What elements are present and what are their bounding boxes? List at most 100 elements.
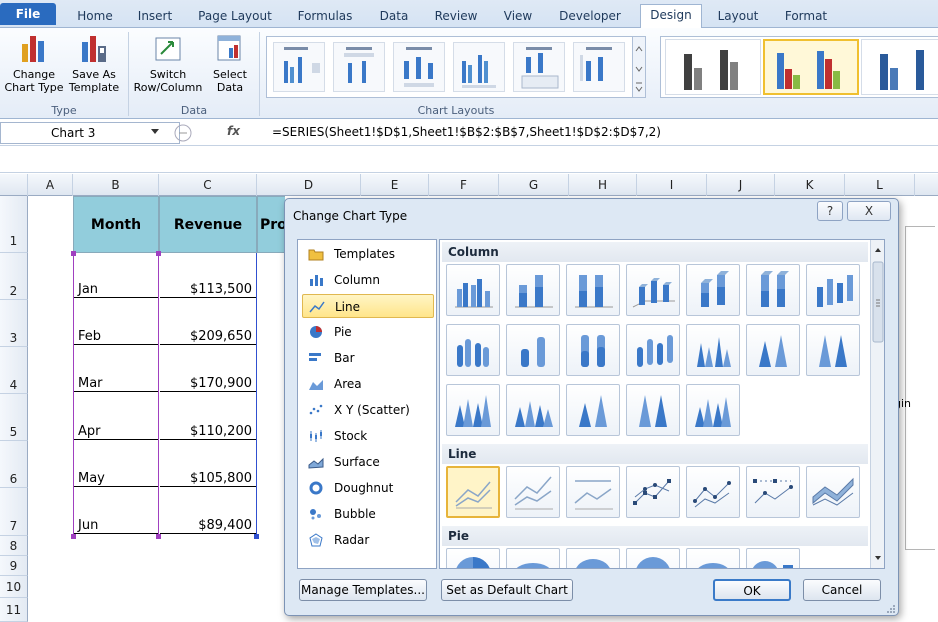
subtype-clustered-column[interactable]	[446, 264, 500, 316]
resize-grip-icon[interactable]	[885, 603, 897, 615]
subtype-stacked-line-with-markers[interactable]	[686, 466, 740, 518]
column-header-b[interactable]: B	[73, 174, 159, 196]
chart-type-radar[interactable]: Radar	[302, 528, 434, 552]
change-chart-type-button[interactable]: Change Chart Type	[2, 32, 66, 94]
row-header-6[interactable]: 6	[0, 441, 28, 488]
subtype-3d-cone[interactable]	[446, 384, 500, 436]
chart-type-column[interactable]: Column	[302, 268, 434, 292]
tab-format[interactable]: Format	[776, 6, 836, 28]
gallery-scrollbar[interactable]	[870, 240, 884, 568]
chart-type-area[interactable]: Area	[302, 372, 434, 396]
cell-revenue[interactable]: $89,400	[160, 518, 256, 534]
tab-file[interactable]: File	[0, 3, 56, 25]
subtype-100-stacked-line[interactable]	[566, 466, 620, 518]
row-header-2[interactable]: 2	[0, 253, 28, 300]
cell-month[interactable]: May	[74, 471, 158, 487]
cell-month[interactable]: Jan	[74, 282, 158, 298]
tab-review[interactable]: Review	[428, 6, 484, 28]
subtype-bar-of-pie[interactable]	[746, 548, 800, 568]
subtype-3d-100-stacked-column[interactable]	[746, 264, 800, 316]
subtype-line[interactable]	[446, 466, 500, 518]
row-header-1[interactable]: 1	[0, 196, 28, 253]
subtype-3d-line[interactable]	[806, 466, 860, 518]
subtype-100-stacked-cylinder[interactable]	[566, 324, 620, 376]
subtype-3d-stacked-column[interactable]	[686, 264, 740, 316]
subtype-stacked-cone[interactable]	[746, 324, 800, 376]
cell-month[interactable]: Apr	[74, 424, 158, 440]
switch-row-column-button[interactable]: Switch Row/Column	[132, 32, 204, 94]
chart-type-pie[interactable]: Pie	[302, 320, 434, 344]
chart-layout-1[interactable]	[273, 42, 325, 92]
formula-bar-toggle-icon[interactable]	[172, 124, 194, 142]
subtype-pie[interactable]	[446, 548, 500, 568]
row-header-4[interactable]: 4	[0, 347, 28, 394]
cell-month[interactable]: Feb	[74, 329, 158, 345]
chart-type-bar[interactable]: Bar	[302, 346, 434, 370]
chart-area-fragment[interactable]: gin	[894, 226, 935, 550]
select-data-button[interactable]: Select Data	[206, 32, 254, 94]
column-header-a[interactable]: A	[28, 174, 73, 196]
subtype-3d-pie[interactable]	[506, 548, 560, 568]
row-header-5[interactable]: 5	[0, 394, 28, 441]
chart-type-templates[interactable]: Templates	[302, 242, 434, 266]
tab-developer[interactable]: Developer	[552, 6, 628, 28]
subtype-3d-exploded-pie[interactable]	[686, 548, 740, 568]
cancel-button[interactable]: Cancel	[803, 579, 881, 601]
subtype-3d-pyramid[interactable]	[686, 384, 740, 436]
subtype-stacked-cylinder[interactable]	[506, 324, 560, 376]
header-cell-profit[interactable]: Pro	[257, 196, 285, 253]
column-header-g[interactable]: G	[499, 174, 569, 196]
subtype-stacked-column[interactable]	[506, 264, 560, 316]
cell-revenue[interactable]: $170,900	[160, 376, 256, 392]
range-handle[interactable]	[71, 534, 76, 539]
subtype-clustered-pyramid[interactable]	[506, 384, 560, 436]
close-button[interactable]: X	[847, 201, 891, 221]
range-handle[interactable]	[71, 251, 76, 256]
save-as-template-button[interactable]: Save As Template	[66, 32, 122, 94]
subtype-stacked-line[interactable]	[506, 466, 560, 518]
subtype-100-stacked-column[interactable]	[566, 264, 620, 316]
chart-layout-2[interactable]	[333, 42, 385, 92]
chart-layout-6[interactable]	[573, 42, 625, 92]
column-header-k[interactable]: K	[775, 174, 845, 196]
chart-layout-3[interactable]	[393, 42, 445, 92]
name-box-dropdown-icon[interactable]	[150, 128, 160, 136]
subtype-3d-clustered-column[interactable]	[626, 264, 680, 316]
subtype-clustered-cone[interactable]	[686, 324, 740, 376]
chart-style-2[interactable]	[763, 39, 859, 95]
column-header-h[interactable]: H	[569, 174, 637, 196]
chart-type-line[interactable]: Line	[302, 294, 434, 318]
column-header-c[interactable]: C	[159, 174, 257, 196]
range-handle[interactable]	[156, 534, 161, 539]
cell-revenue[interactable]: $113,500	[160, 282, 256, 298]
cell-revenue[interactable]: $110,200	[160, 424, 256, 440]
cell-month[interactable]: Mar	[74, 376, 158, 392]
column-header-i[interactable]: I	[637, 174, 707, 196]
column-header-j[interactable]: J	[707, 174, 775, 196]
range-handle[interactable]	[254, 534, 259, 539]
cell-revenue[interactable]: $105,800	[160, 471, 256, 487]
range-handle[interactable]	[156, 251, 161, 256]
tab-design[interactable]: Design	[640, 4, 702, 29]
chart-type-xy-scatter[interactable]: X Y (Scatter)	[302, 398, 434, 422]
ok-button[interactable]: OK	[713, 579, 791, 601]
row-header-3[interactable]: 3	[0, 300, 28, 347]
layouts-gallery-scroll[interactable]	[632, 36, 646, 98]
column-header-d[interactable]: D	[257, 174, 361, 196]
tab-view[interactable]: View	[496, 6, 540, 28]
set-as-default-chart-button[interactable]: Set as Default Chart	[441, 579, 573, 601]
chart-type-surface[interactable]: Surface	[302, 450, 434, 474]
chart-style-1[interactable]	[665, 39, 761, 95]
column-header-e[interactable]: E	[361, 174, 429, 196]
row-header-10[interactable]: 10	[0, 576, 28, 598]
tab-data[interactable]: Data	[372, 6, 416, 28]
formula-input[interactable]: =SERIES(Sheet1!$D$1,Sheet1!$B$2:$B$7,She…	[272, 125, 661, 139]
row-header-9[interactable]: 9	[0, 556, 28, 576]
subtype-line-with-markers[interactable]	[626, 466, 680, 518]
subtype-100-stacked-line-with-markers[interactable]	[746, 466, 800, 518]
tab-home[interactable]: Home	[70, 6, 120, 28]
subtype-100-stacked-cone[interactable]	[806, 324, 860, 376]
insert-function-icon[interactable]: fx	[227, 124, 240, 138]
tab-insert[interactable]: Insert	[130, 6, 180, 28]
tab-formulas[interactable]: Formulas	[290, 6, 360, 28]
